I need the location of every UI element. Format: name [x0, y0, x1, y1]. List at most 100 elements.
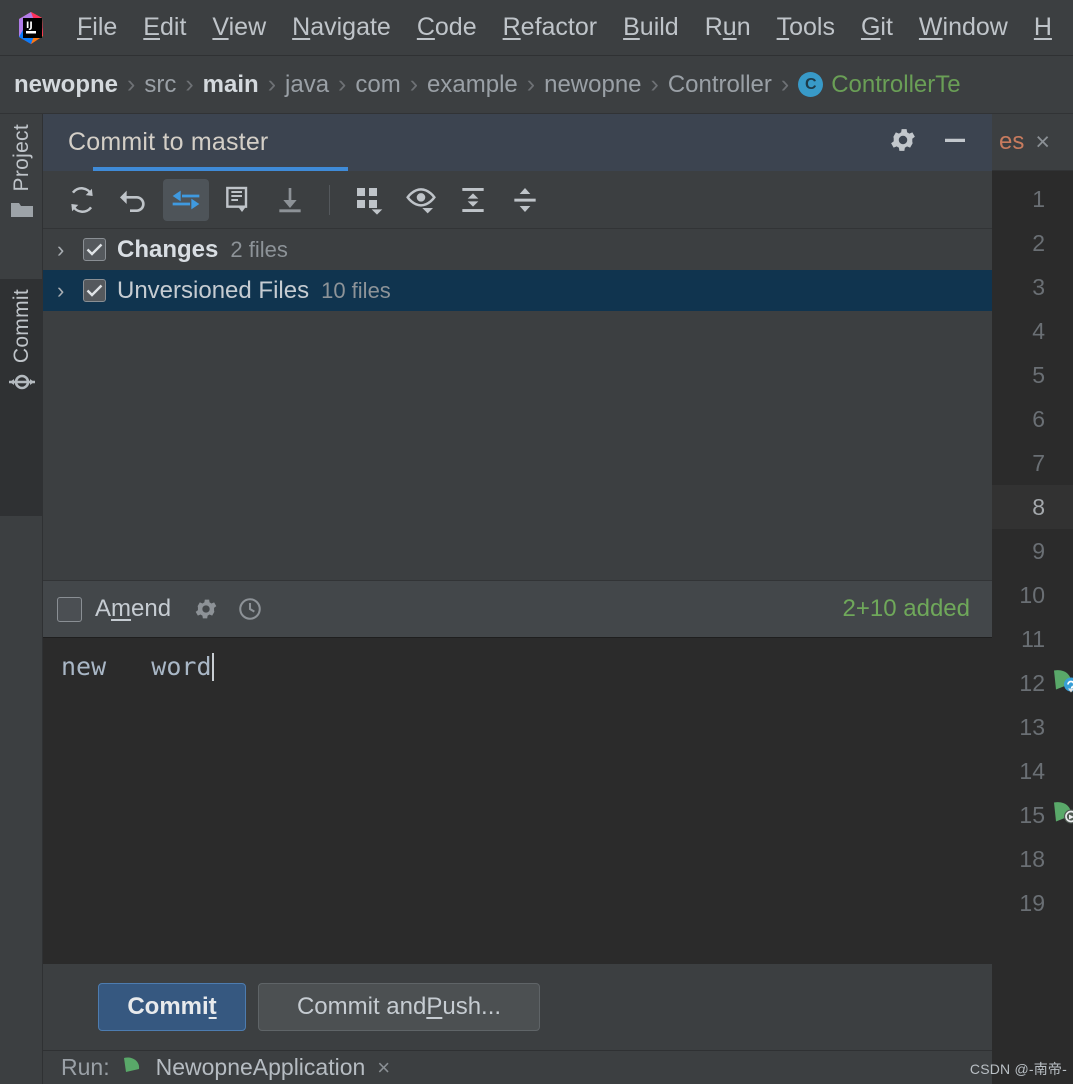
- commit-message-text: new word: [61, 652, 214, 681]
- run-configuration-name[interactable]: NewopneApplication: [156, 1054, 366, 1081]
- amend-label[interactable]: Amend: [95, 595, 171, 623]
- expand-all-icon[interactable]: [450, 179, 496, 221]
- commit-button[interactable]: Commi t: [98, 983, 246, 1031]
- tree-row-changes[interactable]: › Changes 2 files: [43, 229, 992, 270]
- menu-item-window[interactable]: Window: [906, 11, 1021, 44]
- preview-eye-icon[interactable]: [398, 179, 444, 221]
- breadcrumb-item-src[interactable]: src: [144, 71, 176, 99]
- run-green-icon[interactable]: [122, 1056, 144, 1079]
- line-number: 15: [1019, 801, 1045, 828]
- breadcrumb-item-newopne[interactable]: newopne: [544, 71, 641, 99]
- group-by-icon[interactable]: [346, 179, 392, 221]
- editor-area: es × 1 2 3 4 5 6 7 8 9 10 11 12 13 14 15…: [992, 114, 1073, 1084]
- menu-item-help[interactable]: H: [1021, 11, 1065, 44]
- commit-message-history-icon[interactable]: [215, 179, 261, 221]
- collapse-all-icon[interactable]: [502, 179, 548, 221]
- tree-row-unversioned-files[interactable]: › Unversioned Files 10 files: [43, 270, 992, 311]
- line-row-current: 8: [992, 485, 1073, 529]
- line-row: 10: [992, 573, 1073, 617]
- line-number: 4: [1032, 317, 1045, 344]
- sidebar-item-project[interactable]: Project: [0, 114, 43, 279]
- line-row: 11: [992, 617, 1073, 661]
- menu-item-edit[interactable]: Edit: [130, 11, 199, 44]
- line-number: 11: [1021, 625, 1045, 652]
- breadcrumb-separator-icon: ›: [127, 70, 136, 98]
- breadcrumb-item-class[interactable]: ControllerTe: [831, 71, 960, 99]
- refresh-icon[interactable]: [59, 179, 105, 221]
- breadcrumb-item-java[interactable]: java: [285, 71, 329, 99]
- active-tab-underline: [93, 167, 348, 171]
- line-row: 6: [992, 397, 1073, 441]
- breadcrumb-separator-icon: ›: [338, 70, 347, 98]
- checkbox-changes[interactable]: [83, 238, 106, 261]
- line-row: 18: [992, 837, 1073, 881]
- sidebar-item-commit-label: Commit: [9, 289, 33, 364]
- tree-label-unversioned-files: Unversioned Files: [117, 276, 310, 304]
- breadcrumb-item-controller[interactable]: Controller: [668, 71, 772, 99]
- amend-checkbox[interactable]: [57, 596, 82, 622]
- menu-item-view[interactable]: View: [199, 11, 279, 44]
- line-number: 10: [1019, 581, 1045, 608]
- line-number: 14: [1019, 757, 1045, 784]
- run-test-gutter-icon[interactable]: [1050, 800, 1073, 831]
- line-row: 9: [992, 529, 1073, 573]
- commit-history-clock-icon[interactable]: [237, 596, 263, 622]
- changes-tree[interactable]: › Changes 2 files › Unversioned Files 10…: [43, 229, 992, 580]
- checkbox-unversioned-files[interactable]: [83, 279, 106, 302]
- menu-item-build[interactable]: Build: [610, 11, 692, 44]
- breadcrumb-item-main[interactable]: main: [203, 71, 259, 99]
- breadcrumb-separator-icon: ›: [409, 70, 419, 98]
- commit-message-input[interactable]: new word: [43, 637, 992, 964]
- menu-item-file[interactable]: File: [64, 11, 130, 44]
- menu-item-code[interactable]: Code: [404, 11, 490, 44]
- commit-panel-header-actions: [888, 125, 970, 160]
- editor-tab-filename[interactable]: es: [999, 128, 1024, 156]
- settings-gear-icon[interactable]: [888, 125, 918, 160]
- line-row: 12: [992, 661, 1073, 705]
- menu-item-tools[interactable]: Tools: [764, 11, 848, 44]
- close-icon[interactable]: ×: [1035, 128, 1050, 157]
- breadcrumb-separator-icon: ›: [185, 70, 194, 98]
- breadcrumb-item-example[interactable]: example: [427, 71, 518, 99]
- commit-tool-window: Commit to master › Changes 2 files › Unv…: [43, 114, 992, 1050]
- chevron-right-icon[interactable]: ›: [57, 278, 83, 304]
- commit-action-bar: Commi t Commit and Push...: [43, 964, 992, 1050]
- line-row: 14: [992, 749, 1073, 793]
- breadcrumb-item-project[interactable]: newopne: [14, 71, 118, 99]
- intellij-idea-window: IJ File Edit View Navigate Code Refactor…: [0, 0, 1073, 1084]
- menu-bar: IJ File Edit View Navigate Code Refactor…: [0, 0, 1073, 56]
- commit-and-push-button[interactable]: Commit and Push...: [258, 983, 540, 1031]
- svg-text:IJ: IJ: [26, 21, 33, 31]
- chevron-right-icon[interactable]: ›: [57, 237, 83, 263]
- commit-options-gear-icon[interactable]: [193, 596, 219, 622]
- line-number: 18: [1019, 845, 1045, 872]
- line-number: 6: [1032, 405, 1045, 432]
- commit-node-icon: [8, 372, 36, 397]
- close-icon[interactable]: ×: [377, 1055, 390, 1081]
- rollback-icon[interactable]: [111, 179, 157, 221]
- added-count-label: 2+10 added: [842, 595, 970, 622]
- breadcrumb-item-com[interactable]: com: [355, 71, 400, 99]
- menu-item-git[interactable]: Git: [848, 11, 906, 44]
- commit-panel-header: Commit to master: [43, 114, 992, 171]
- menu-item-navigate[interactable]: Navigate: [279, 11, 404, 44]
- menu-item-refactor[interactable]: Refactor: [490, 11, 611, 44]
- menu-item-run[interactable]: Run: [692, 11, 764, 44]
- folder-icon: [10, 200, 34, 225]
- text-caret: [211, 653, 214, 681]
- line-row: 7: [992, 441, 1073, 485]
- sidebar-item-project-label: Project: [9, 124, 33, 192]
- line-number: 19: [1019, 889, 1045, 916]
- sidebar-item-commit[interactable]: Commit: [0, 279, 43, 516]
- minimize-icon[interactable]: [940, 125, 970, 160]
- left-tool-strip: Project Commit: [0, 114, 43, 1084]
- line-row: 15: [992, 793, 1073, 837]
- commit-toolbar: [43, 171, 992, 229]
- line-number: 7: [1032, 449, 1045, 476]
- tree-count-changes: 2 files: [230, 236, 288, 262]
- run-test-gutter-icon[interactable]: [1050, 668, 1073, 699]
- toolbar-separator: [329, 184, 330, 215]
- show-diff-icon[interactable]: [163, 178, 209, 221]
- update-project-icon[interactable]: [267, 179, 313, 221]
- tree-count-unversioned-files: 10 files: [321, 277, 391, 303]
